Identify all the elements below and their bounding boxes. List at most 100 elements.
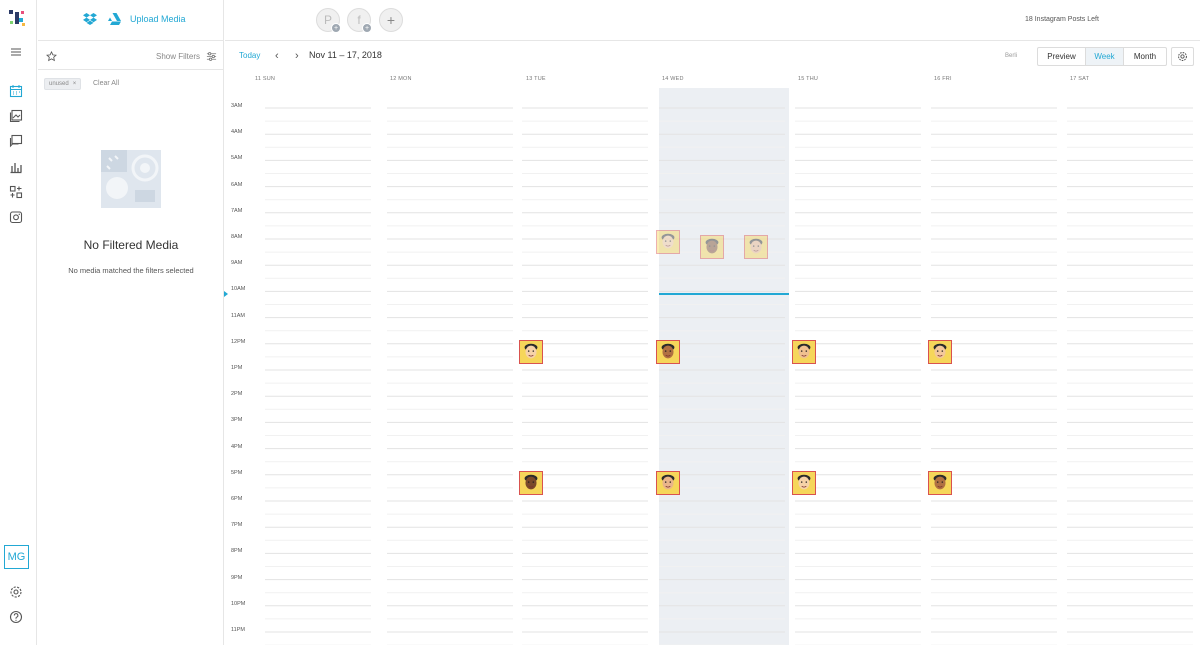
- media-panel: Upload Media Show Filters unused × Clear…: [38, 0, 224, 645]
- empty-state-title: No Filtered Media: [83, 238, 179, 252]
- hour-label: 8AM: [231, 234, 243, 240]
- scheduled-post[interactable]: [792, 470, 816, 495]
- filter-sliders-icon[interactable]: [206, 51, 217, 62]
- star-icon[interactable]: [46, 51, 57, 62]
- upload-media-button[interactable]: Upload Media: [130, 14, 186, 24]
- close-icon[interactable]: ×: [73, 81, 77, 87]
- current-time-line: [659, 293, 789, 295]
- scheduled-post[interactable]: [656, 230, 680, 254]
- hour-label: 11AM: [231, 312, 245, 319]
- filter-bar: Show Filters: [38, 42, 224, 70]
- logo-icon[interactable]: [7, 8, 27, 28]
- facebook-account[interactable]: f +: [347, 8, 372, 33]
- chat-icon[interactable]: [9, 134, 23, 148]
- hour-label: 11PM: [231, 627, 245, 633]
- scheduled-post[interactable]: [656, 470, 680, 495]
- empty-state-subtitle: No media matched the filters selected: [68, 266, 194, 275]
- hour-label: 2PM: [231, 391, 243, 398]
- hour-label: 6AM: [231, 181, 243, 188]
- media-panel-header: Upload Media: [38, 0, 224, 41]
- hour-label: 10PM: [231, 600, 246, 607]
- date-range: Nov 11 – 17, 2018: [309, 50, 382, 60]
- pinterest-account[interactable]: P +: [316, 8, 341, 33]
- day-header: 11 SUN: [255, 76, 276, 82]
- post-thumbnail: [929, 471, 951, 494]
- hour-label: 1PM: [231, 365, 243, 371]
- plus-icon: +: [386, 12, 396, 28]
- show-filters-button[interactable]: Show Filters: [156, 52, 200, 61]
- dropbox-icon[interactable]: [83, 13, 97, 25]
- add-account-button[interactable]: +: [379, 8, 403, 32]
- current-time-marker: [224, 291, 228, 297]
- post-thumbnail: [520, 340, 542, 363]
- scheduled-post[interactable]: [519, 339, 543, 364]
- scheduled-post[interactable]: [928, 339, 952, 364]
- post-thumbnail: [657, 340, 679, 363]
- hour-label: 3PM: [231, 417, 243, 424]
- hour-label: 5AM: [231, 155, 243, 162]
- hour-label: 5PM: [231, 469, 243, 476]
- preview-view-button[interactable]: Preview: [1038, 48, 1086, 65]
- user-avatar[interactable]: MG: [4, 545, 29, 569]
- hour-label: 7AM: [231, 207, 243, 214]
- day-header: 12 MON: [390, 76, 412, 82]
- hour-label: 3AM: [231, 103, 243, 109]
- hour-label: 9AM: [231, 260, 243, 267]
- month-view-button[interactable]: Month: [1124, 48, 1166, 65]
- calendar-toolbar: Today ‹ › Nov 11 – 17, 2018 Berli Previe…: [225, 42, 1200, 70]
- post-thumbnail: [520, 471, 542, 494]
- day-header: 13 TUE: [526, 76, 546, 82]
- day-header: 14 WED: [662, 76, 684, 82]
- hour-label: 10AM: [231, 286, 246, 293]
- add-badge-icon: +: [331, 23, 341, 33]
- linkin-bio-icon[interactable]: [9, 185, 23, 199]
- post-thumbnail: [701, 236, 723, 258]
- analytics-icon[interactable]: [9, 160, 23, 174]
- day-header: 17 SAT: [1070, 76, 1090, 82]
- settings-icon[interactable]: [9, 585, 23, 599]
- scheduled-post[interactable]: [700, 235, 724, 259]
- scheduled-post[interactable]: [744, 235, 768, 259]
- scheduled-post[interactable]: [656, 339, 680, 364]
- help-icon[interactable]: [9, 610, 23, 624]
- instagram-icon[interactable]: [9, 210, 23, 224]
- hour-label: 9PM: [231, 574, 243, 581]
- add-badge-icon: +: [362, 23, 372, 33]
- prev-week-button[interactable]: ‹: [275, 50, 279, 62]
- left-rail: MG: [0, 0, 37, 645]
- hour-label: 12PM: [231, 338, 246, 345]
- post-thumbnail: [657, 471, 679, 494]
- facebook-icon: f: [357, 13, 361, 27]
- post-thumbnail: [793, 340, 815, 363]
- post-thumbnail: [745, 236, 767, 258]
- calendar-grid[interactable]: [225, 88, 1200, 645]
- view-switcher: Preview Week Month: [1037, 47, 1167, 66]
- next-week-button[interactable]: ›: [295, 50, 299, 62]
- week-view-button[interactable]: Week: [1086, 48, 1124, 65]
- filter-chip[interactable]: unused ×: [44, 78, 82, 90]
- post-thumbnail: [793, 471, 815, 494]
- hour-label: 4AM: [231, 129, 243, 136]
- post-thumbnail: [929, 340, 951, 363]
- scheduled-post[interactable]: [519, 470, 543, 495]
- google-drive-icon[interactable]: [108, 13, 121, 25]
- scheduled-post[interactable]: [792, 339, 816, 364]
- hour-label: 7PM: [231, 522, 243, 529]
- scheduled-post[interactable]: [928, 470, 952, 495]
- posts-left-counter: 18 Instagram Posts Left: [1025, 16, 1099, 23]
- media-library-icon[interactable]: [9, 109, 23, 123]
- day-header: 16 FRI: [934, 76, 952, 82]
- day-header: 15 THU: [798, 76, 819, 82]
- hour-label: 6PM: [231, 496, 243, 502]
- empty-media-illustration: [101, 150, 161, 208]
- timezone-label[interactable]: Berli: [1005, 53, 1017, 59]
- hour-label: 8PM: [231, 548, 243, 555]
- top-bar: P + f + + 18 Instagram Posts Left: [225, 0, 1200, 41]
- calendar-settings-button[interactable]: [1171, 47, 1194, 66]
- menu-icon[interactable]: [9, 45, 23, 59]
- gear-icon: [1178, 52, 1187, 61]
- today-button[interactable]: Today: [239, 51, 260, 60]
- clear-all-button[interactable]: Clear All: [93, 80, 119, 87]
- calendar-icon[interactable]: [9, 84, 23, 98]
- post-thumbnail: [657, 231, 679, 253]
